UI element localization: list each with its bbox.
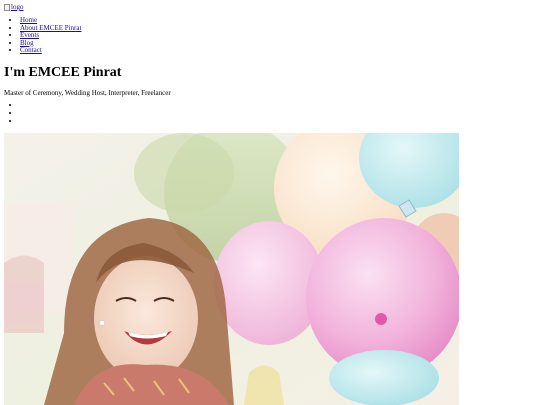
logo-link[interactable]: logo bbox=[4, 3, 23, 11]
nav-item-contact: Contact bbox=[20, 47, 81, 55]
logo-alt-text: logo bbox=[11, 3, 24, 11]
main-nav: Home About EMCEE Pinrat Events Blog Cont… bbox=[20, 16, 81, 55]
broken-image-icon bbox=[4, 3, 10, 11]
hero-image bbox=[4, 133, 459, 405]
nav-link-contact[interactable]: Contact bbox=[20, 46, 42, 55]
tagline: Master of Ceremony, Wedding Host, Interp… bbox=[4, 89, 171, 97]
page-title: I'm EMCEE Pinrat bbox=[4, 65, 122, 80]
